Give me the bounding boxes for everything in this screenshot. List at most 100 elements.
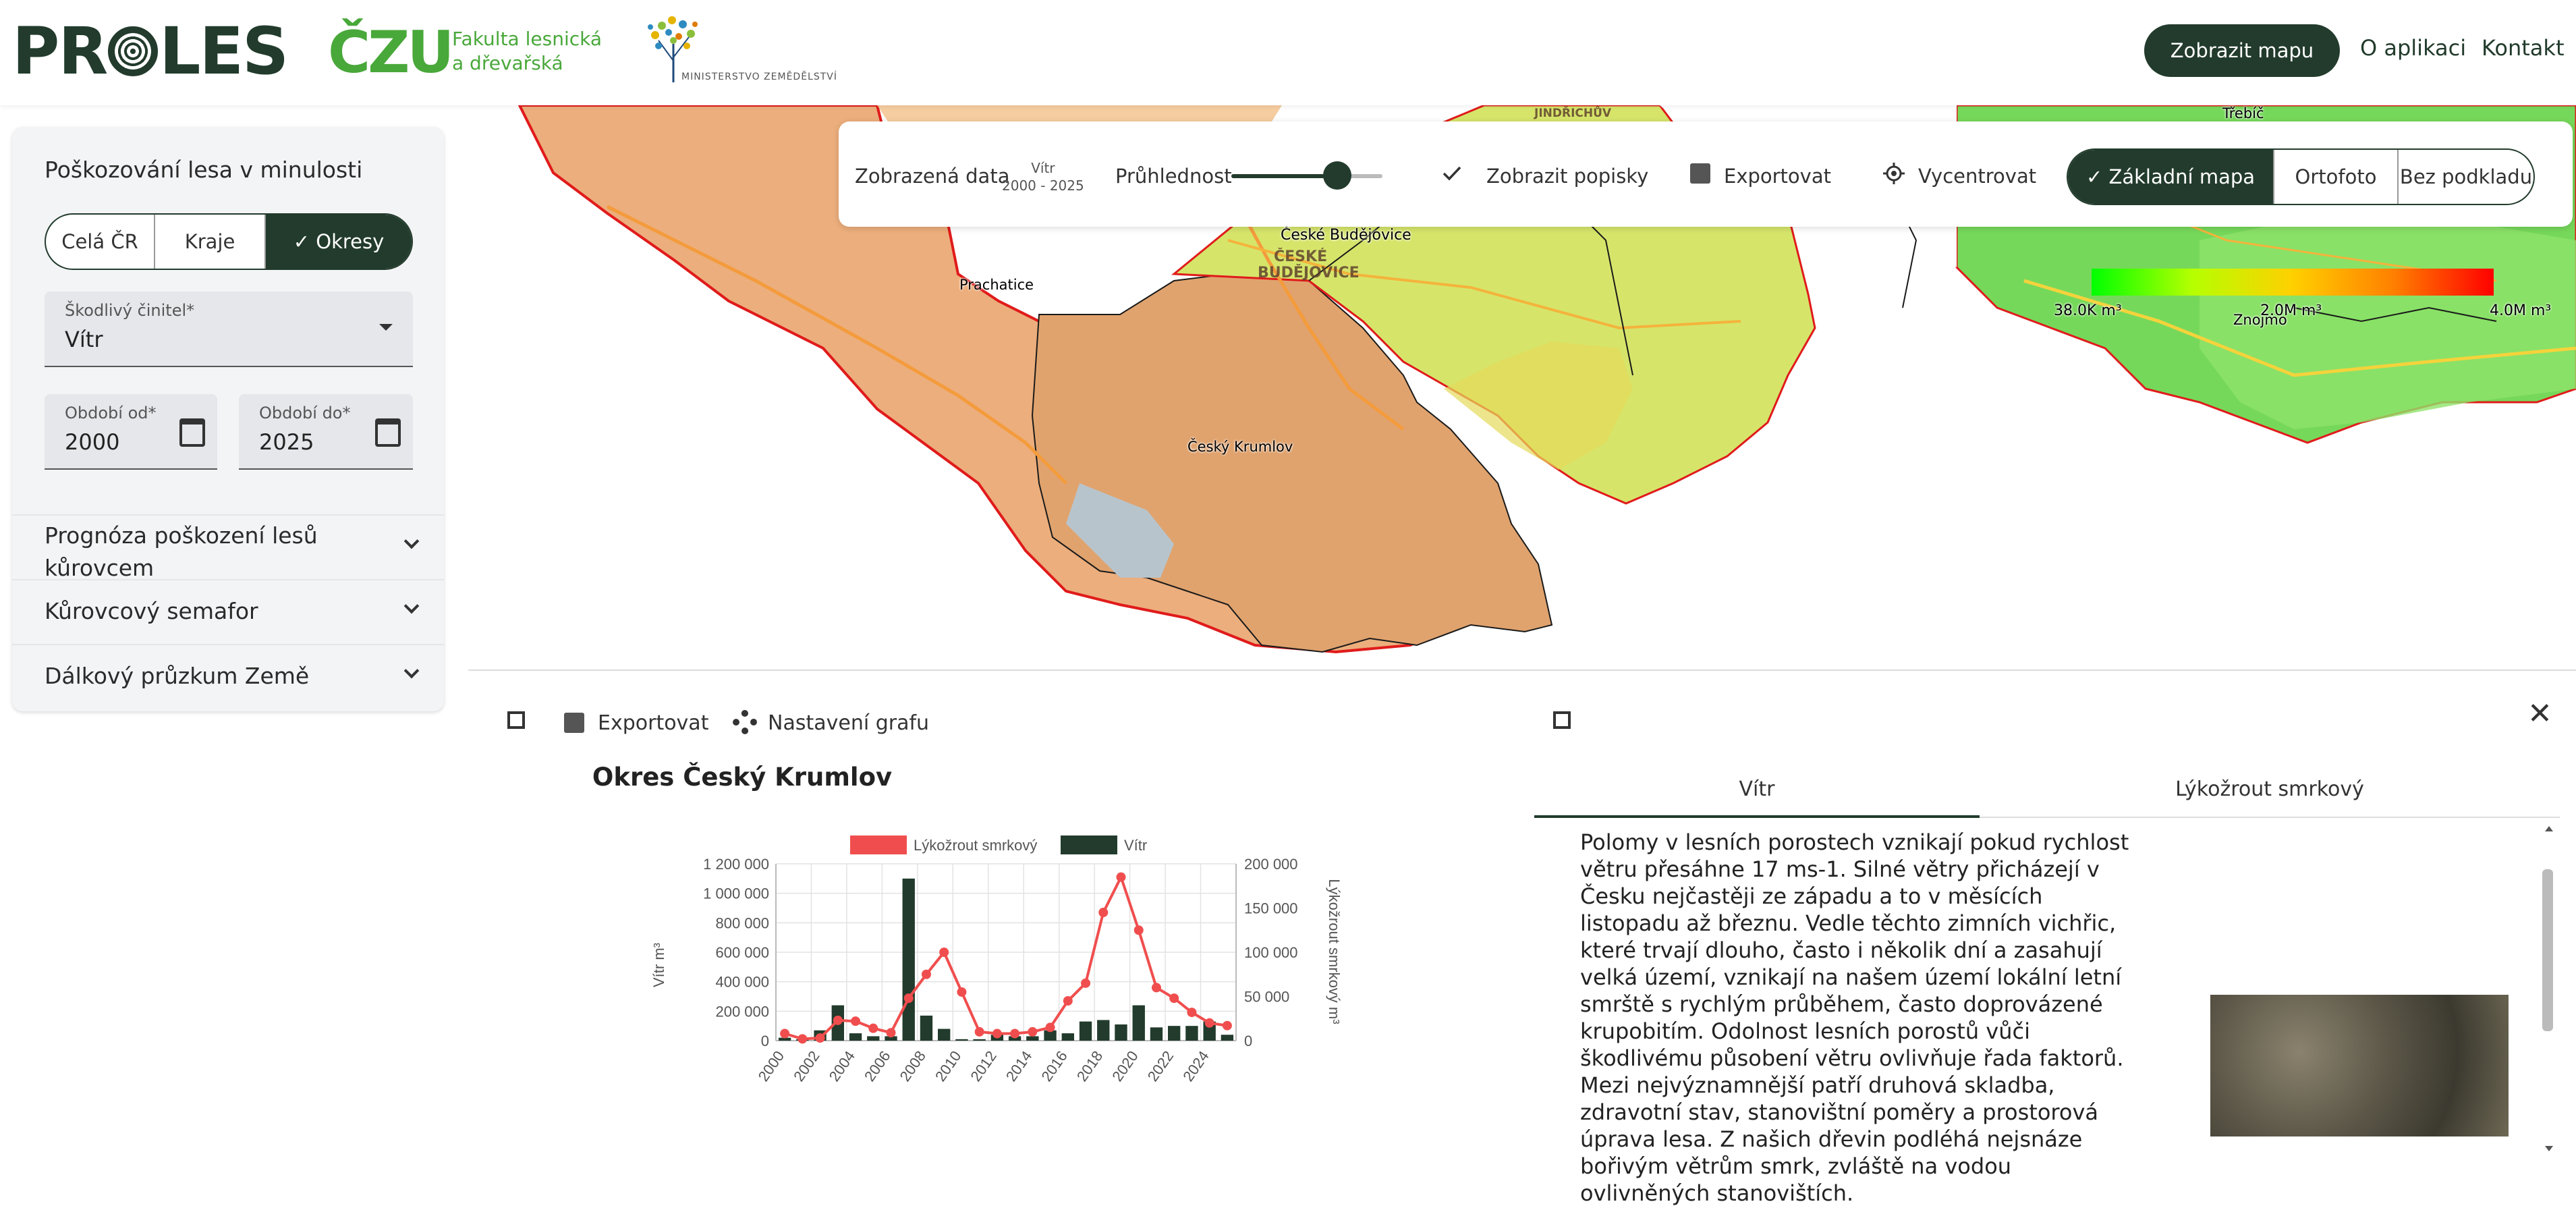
y2-tick-label: 0 — [1244, 1033, 1252, 1049]
panel-title: Poškozování lesa v minulosti — [45, 157, 363, 183]
chart-settings-button[interactable]: Nastavení grafu — [768, 711, 929, 735]
accordion-remote-sensing[interactable]: Dálkový průzkum Země — [12, 644, 444, 709]
y2-tick-label: 100 000 — [1244, 944, 1298, 961]
close-icon[interactable]: ✕ — [2527, 696, 2552, 731]
point-bark-beetle — [1098, 908, 1109, 918]
export-map-button[interactable]: Exportovat — [1724, 165, 1831, 188]
y-tick-label: 0 — [761, 1033, 769, 1049]
chevron-down-icon — [403, 533, 420, 549]
y-tick-label: 200 000 — [715, 1003, 769, 1020]
bar-wind — [1168, 1026, 1181, 1041]
app-header: PR LES ČZU Fakulta lesnická a dřevařská MI… — [0, 0, 2576, 105]
period-from-field[interactable]: Období od* 2000 — [45, 394, 217, 470]
y2-tick-label: 200 000 — [1244, 856, 1298, 873]
x-tick-label: 2000 — [755, 1048, 788, 1085]
accordion-bark-beetle-semaphore[interactable]: Kůrovcový semafor — [12, 579, 444, 644]
base-map-option-basic[interactable]: ✓ Základní mapa — [2068, 150, 2274, 204]
bar-wind — [849, 1033, 862, 1041]
bar-wind — [1150, 1027, 1163, 1041]
fullscreen-icon[interactable] — [507, 711, 525, 729]
point-bark-beetle — [921, 969, 931, 979]
point-bark-beetle — [868, 1023, 878, 1033]
bar-wind — [1026, 1036, 1039, 1041]
point-bark-beetle — [1028, 1026, 1038, 1037]
proles-logo[interactable]: PR LES — [12, 18, 289, 85]
damage-chart[interactable]: Lýkožrout smrkový Vítr 0 200 000 400 000 600… — [648, 823, 1356, 1107]
bar-wind — [1221, 1035, 1234, 1041]
ministry-text: MINISTERSTVO ZEMĚDĚLSTVÍ — [681, 72, 837, 82]
legend-label-wind: Vítr — [1124, 837, 1147, 854]
x-tick-label: 2016 — [1038, 1048, 1071, 1085]
point-bark-beetle — [780, 1029, 790, 1039]
calendar-icon[interactable] — [375, 418, 401, 447]
tab-wind[interactable]: Vítr — [1534, 761, 1980, 818]
point-bark-beetle — [1169, 993, 1179, 1004]
description-text: Polomy v lesních porostech vznikají poku… — [1580, 829, 2129, 1206]
map-label-ceske: ČESKÉ — [1274, 248, 1328, 265]
czu-faculty-name: Fakulta lesnická a dřevařská — [452, 28, 603, 74]
displayed-data-label: Zobrazená data — [855, 165, 1010, 188]
point-bark-beetle — [797, 1034, 808, 1044]
x-tick-label: 2024 — [1179, 1048, 1212, 1085]
point-bark-beetle — [1204, 1018, 1214, 1028]
map-legend-gradient — [2092, 269, 2494, 296]
bar-wind — [938, 1029, 951, 1041]
description-scrollbar[interactable] — [2541, 822, 2554, 1155]
point-bark-beetle — [1045, 1022, 1055, 1033]
scope-switch: Celá ČR Kraje ✓ Okresy — [45, 213, 413, 270]
point-bark-beetle — [992, 1029, 1002, 1039]
point-bark-beetle — [833, 1015, 843, 1025]
scope-option-okresy[interactable]: ✓ Okresy — [266, 215, 412, 269]
y2-tick-label: 150 000 — [1244, 900, 1298, 917]
map-label-budejovice: BUDĚJOVICE — [1258, 265, 1360, 281]
y-tick-label: 1 000 000 — [703, 885, 769, 902]
x-tick-label: 2008 — [897, 1048, 930, 1085]
scope-option-kraje[interactable]: Kraje — [155, 215, 266, 269]
czu-logo[interactable]: ČZU — [328, 24, 454, 82]
map-label-trebic: Třebíč — [2222, 105, 2264, 121]
check-icon: ✓ — [2085, 165, 2109, 188]
base-map-switch: ✓ Základní mapa Ortofoto Bez podkladu — [2067, 148, 2535, 205]
bar-wind — [973, 1039, 986, 1041]
legend-swatch-bark-beetle — [850, 835, 907, 854]
x-tick-label: 2006 — [861, 1048, 894, 1085]
nav-contact-link[interactable]: Kontakt — [2482, 35, 2564, 61]
legend-max-label: 4.0M m³ — [2490, 302, 2552, 319]
show-map-button[interactable]: Zobrazit mapu — [2144, 24, 2340, 77]
x-tick-label: 2022 — [1144, 1048, 1177, 1085]
point-bark-beetle — [903, 993, 914, 1004]
legend-min-label: 38.0K m³ — [2054, 302, 2122, 319]
x-tick-label: 2014 — [1003, 1048, 1036, 1085]
displayed-data-value: Vítr 2000 - 2025 — [1002, 160, 1084, 194]
windthrow-photo — [2210, 995, 2509, 1136]
y2-axis-title: Lýkožrout smrkový m³ — [1326, 879, 1343, 1024]
y-tick-label: 1 200 000 — [703, 856, 769, 873]
fullscreen-icon[interactable] — [1553, 711, 1571, 729]
point-bark-beetle — [939, 948, 949, 957]
x-tick-label: 2002 — [790, 1048, 823, 1085]
calendar-icon[interactable] — [179, 418, 205, 447]
export-chart-button[interactable]: Exportovat — [598, 711, 708, 735]
y-axis-title: Vítr m³ — [650, 943, 667, 987]
map-label-jindrichuv: JINDŘICHŮV — [1534, 107, 1612, 120]
nav-about-link[interactable]: O aplikaci — [2360, 35, 2466, 61]
period-to-field[interactable]: Období do* 2025 — [239, 394, 413, 470]
base-map-option-ortho[interactable]: Ortofoto — [2274, 150, 2399, 204]
base-map-option-none[interactable]: Bez podkladu — [2399, 150, 2533, 204]
legend-label-bark-beetle: Lýkožrout smrkový — [914, 837, 1037, 854]
bar-wind — [1061, 1033, 1074, 1041]
map-label-ceske-budejovice: České Budějovice — [1281, 227, 1411, 244]
tab-bark-beetle[interactable]: Lýkožrout smrkový — [1980, 761, 2560, 818]
opacity-label: Průhlednost — [1115, 165, 1232, 188]
accordion-prognosis[interactable]: Prognóza poškození lesů kůrovcem — [12, 514, 444, 581]
damage-agent-select[interactable]: Škodlivý činitel* Vítr — [45, 292, 413, 367]
bar-wind — [1079, 1021, 1092, 1041]
opacity-slider-thumb[interactable] — [1323, 161, 1351, 190]
show-labels-toggle[interactable]: Zobrazit popisky — [1486, 165, 1648, 188]
center-map-button[interactable]: Vycentrovat — [1918, 165, 2036, 188]
x-tick-label: 2012 — [967, 1048, 1000, 1085]
check-icon — [1441, 163, 1463, 184]
map-toolbar: Zobrazená data Vítr 2000 - 2025 Průhledn… — [839, 121, 2573, 227]
scope-option-cr[interactable]: Celá ČR — [46, 215, 155, 269]
map-label-prachatice: Prachatice — [959, 277, 1034, 293]
